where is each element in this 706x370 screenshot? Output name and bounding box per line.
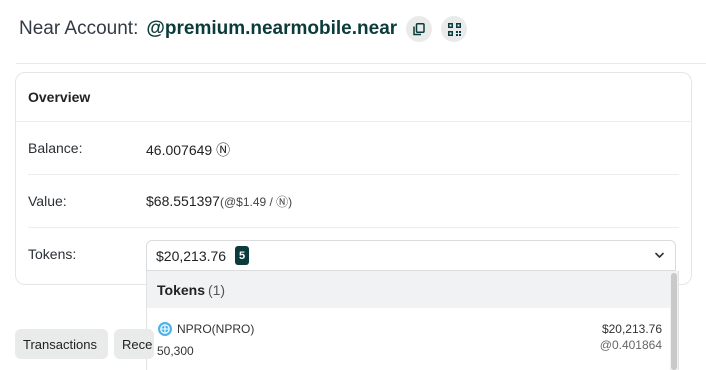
npro-token-icon <box>158 322 172 336</box>
row-divider <box>28 174 679 175</box>
tab-receipts[interactable]: Rece <box>114 329 154 359</box>
balance-label: Balance: <box>28 140 83 156</box>
value-amount-wrapper: $68.551397(@$1.49 / Ⓝ) <box>146 193 292 210</box>
token-name: NPRO(NPRO) <box>177 322 255 336</box>
token-list-item[interactable]: NPRO(NPRO) 50,300 $20,213.76 @0.401864 <box>147 308 678 370</box>
tokens-total: $20,213.76 <box>156 247 227 264</box>
tab-transactions[interactable]: Transactions <box>15 329 108 359</box>
account-header: Near Account: @premium.nearmobile.near <box>19 14 468 44</box>
dropdown-scrollbar[interactable] <box>670 271 678 370</box>
overview-divider <box>16 121 691 122</box>
account-label: Near Account: <box>19 18 139 39</box>
chevron-down-icon <box>655 252 664 258</box>
value-rate: (@$1.49 / Ⓝ) <box>219 195 293 209</box>
account-id: @premium.nearmobile.near <box>146 18 398 39</box>
token-amount: 50,300 <box>157 344 194 358</box>
tokens-dropdown-menu: Tokens (1) NPRO(NPRO) 50,300 $20,213.76 … <box>146 271 679 370</box>
overview-title: Overview <box>28 89 91 105</box>
value-label: Value: <box>28 193 67 209</box>
dropdown-header-label: Tokens <box>157 281 205 298</box>
copy-icon <box>413 22 425 35</box>
token-usd-value: $20,213.76 <box>601 322 662 336</box>
dropdown-header: Tokens (1) <box>147 271 678 308</box>
tokens-dropdown-toggle[interactable]: $20,213.76 5 <box>146 240 676 271</box>
qr-code-button[interactable] <box>441 16 468 42</box>
row-divider <box>28 227 679 228</box>
tokens-count-badge: 5 <box>235 246 250 265</box>
header-divider <box>16 63 706 64</box>
scrollbar-thumb[interactable] <box>671 273 677 370</box>
token-price: @0.401864 <box>599 338 662 352</box>
value-amount: $68.551397 <box>146 193 220 209</box>
tokens-label: Tokens: <box>28 246 77 262</box>
balance-value: 46.007649 Ⓝ <box>146 142 231 158</box>
dropdown-header-count: (1) <box>207 281 226 298</box>
qr-code-icon <box>447 22 461 36</box>
copy-button[interactable] <box>406 16 433 42</box>
